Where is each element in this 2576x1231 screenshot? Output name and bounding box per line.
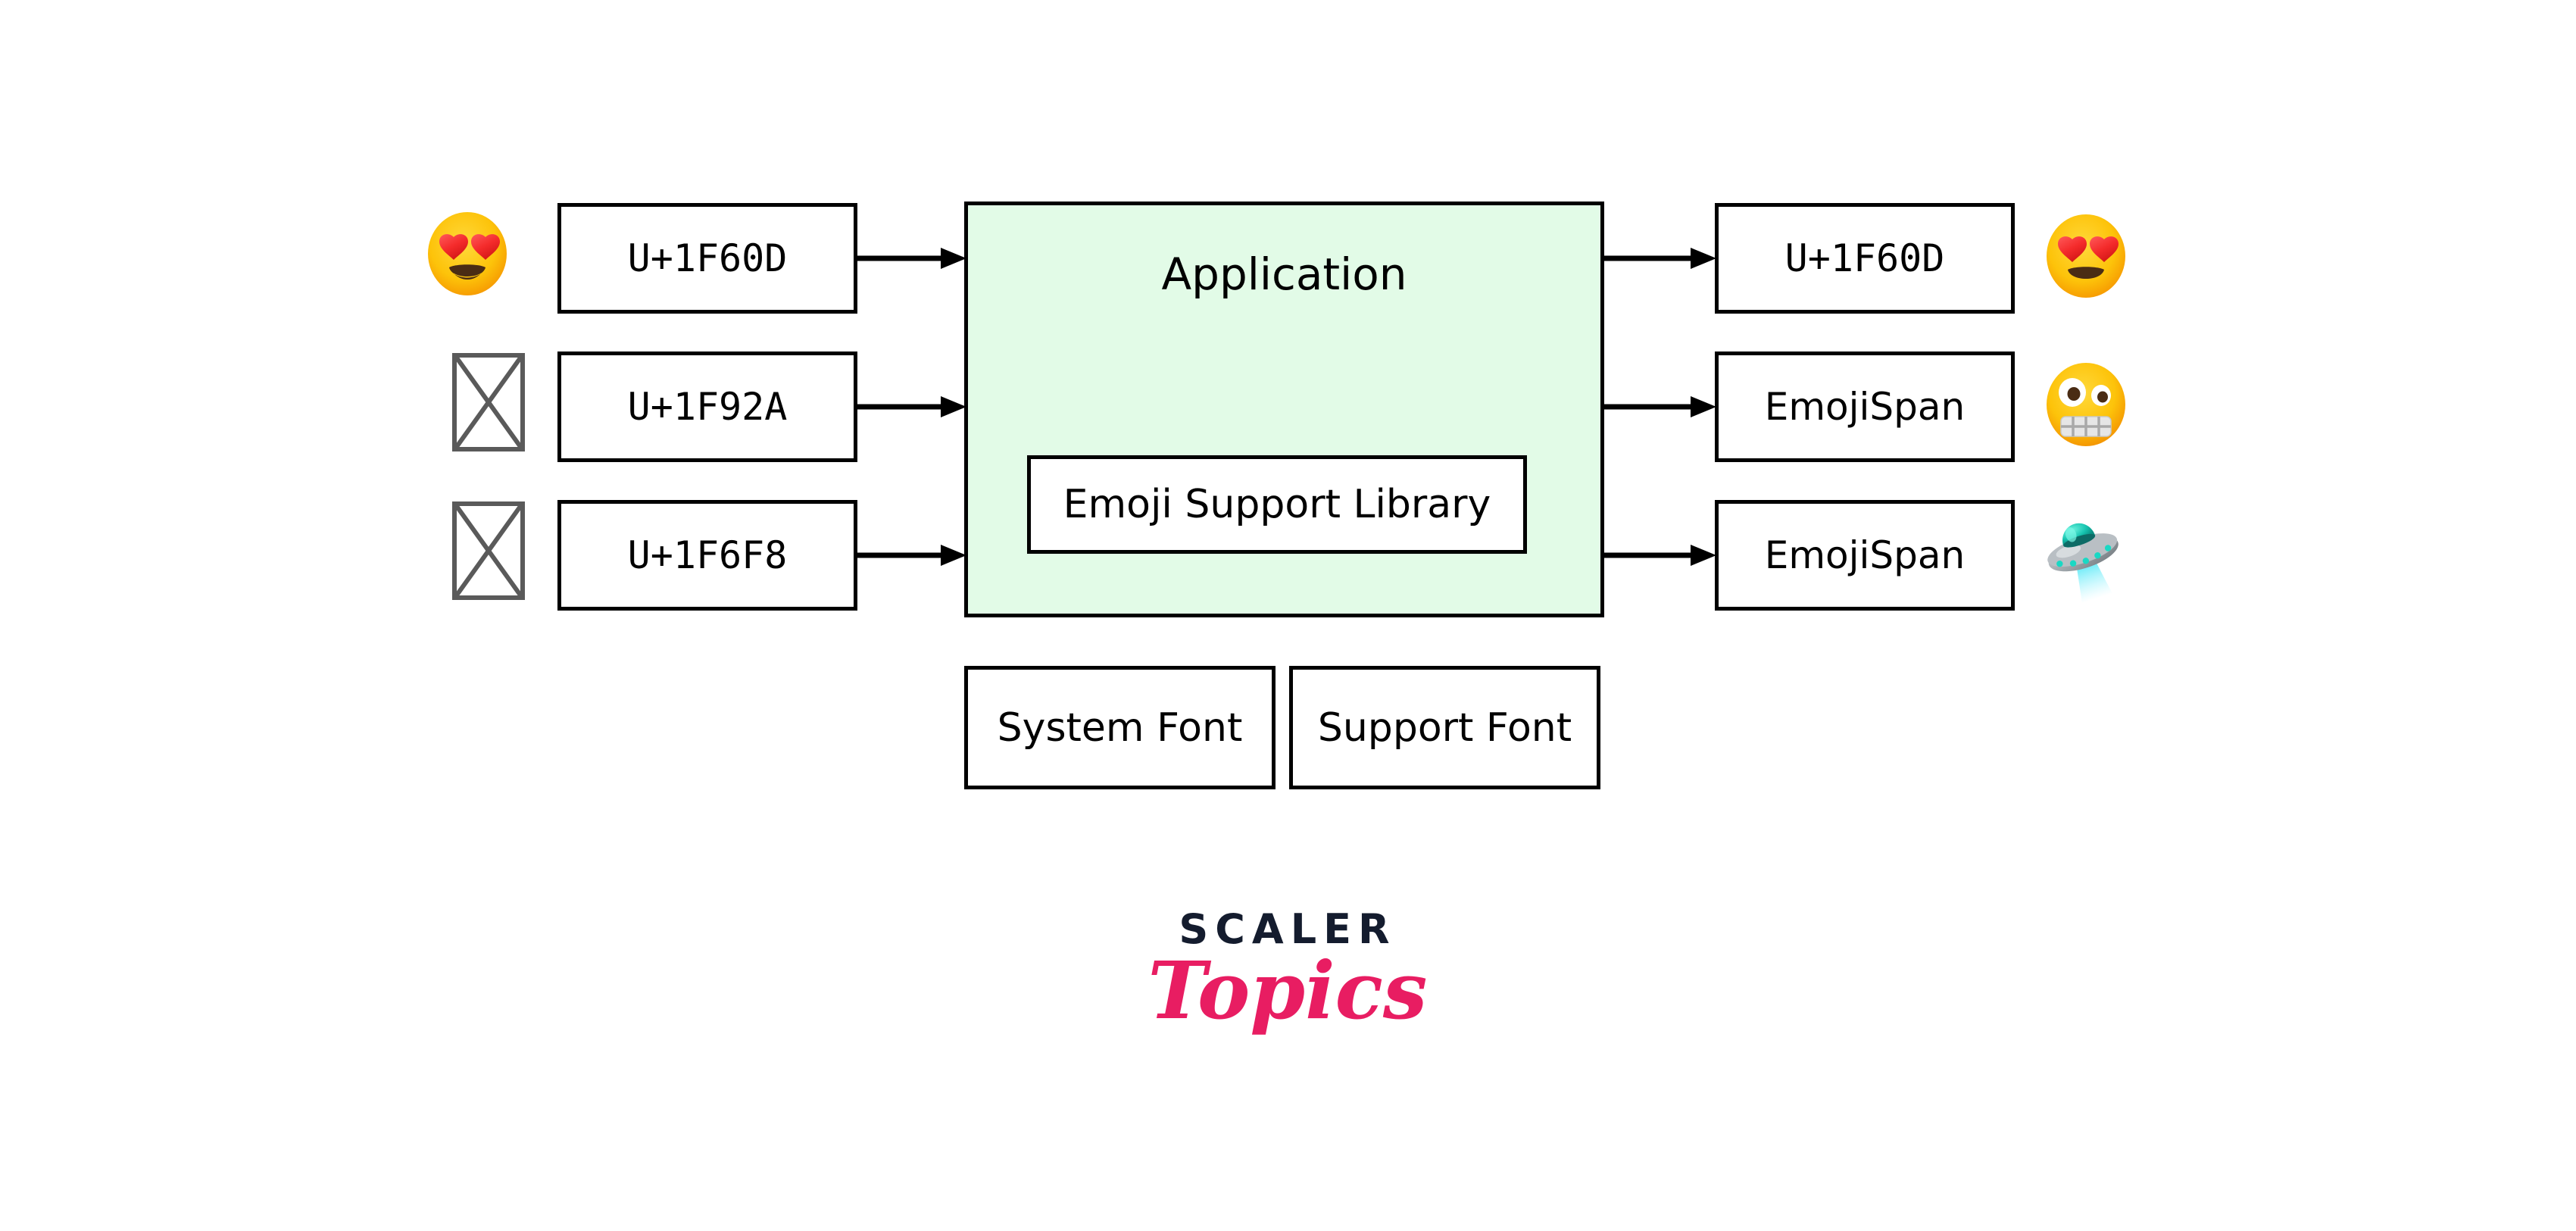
application-title: Application bbox=[1161, 248, 1407, 300]
diagram-canvas: U+1F60D U+1F92A U+1F6F8 Application Emoj… bbox=[0, 0, 2576, 1231]
support-font-label: Support Font bbox=[1317, 705, 1572, 751]
arrow-right-input-2 bbox=[857, 392, 968, 422]
system-font-label: System Font bbox=[997, 705, 1243, 751]
arrow-right-output-2 bbox=[1604, 392, 1718, 422]
input-codepoint-label-3: U+1F6F8 bbox=[627, 533, 788, 577]
input-codepoint-box-2: U+1F92A bbox=[557, 351, 857, 462]
application-box: Application Emoji Support Library bbox=[964, 202, 1604, 617]
logo-topics-wordmark: Topics bbox=[1147, 944, 1428, 1037]
output-label-1: U+1F60D bbox=[1784, 236, 1945, 280]
arrow-right-output-1 bbox=[1604, 243, 1718, 273]
input-codepoint-label-2: U+1F92A bbox=[627, 385, 788, 429]
system-font-box: System Font bbox=[964, 666, 1276, 789]
input-codepoint-box-1: U+1F60D bbox=[557, 203, 857, 314]
arrow-right-output-3 bbox=[1604, 540, 1718, 570]
output-box-1: U+1F60D bbox=[1715, 203, 2015, 314]
input-codepoint-label-1: U+1F60D bbox=[627, 236, 788, 280]
smiling-face-with-heart-eyes-emoji bbox=[422, 208, 513, 299]
arrow-right-input-1 bbox=[857, 243, 968, 273]
zany-face-emoji bbox=[2041, 359, 2131, 450]
scaler-topics-logo: SCALER Topics bbox=[1121, 909, 1454, 1053]
emoji-support-library-label: Emoji Support Library bbox=[1063, 482, 1491, 527]
output-label-2: EmojiSpan bbox=[1764, 385, 1966, 429]
flying-saucer-emoji bbox=[2036, 506, 2134, 605]
emoji-support-library-box: Emoji Support Library bbox=[1027, 455, 1527, 554]
input-codepoint-box-3: U+1F6F8 bbox=[557, 500, 857, 611]
smiling-face-with-heart-eyes-emoji bbox=[2041, 211, 2131, 302]
arrow-right-input-3 bbox=[857, 540, 968, 570]
missing-glyph-tofu bbox=[452, 501, 525, 600]
missing-glyph-tofu bbox=[452, 353, 525, 451]
output-label-3: EmojiSpan bbox=[1764, 533, 1966, 577]
support-font-box: Support Font bbox=[1289, 666, 1600, 789]
output-box-3: EmojiSpan bbox=[1715, 500, 2015, 611]
output-box-2: EmojiSpan bbox=[1715, 351, 2015, 462]
